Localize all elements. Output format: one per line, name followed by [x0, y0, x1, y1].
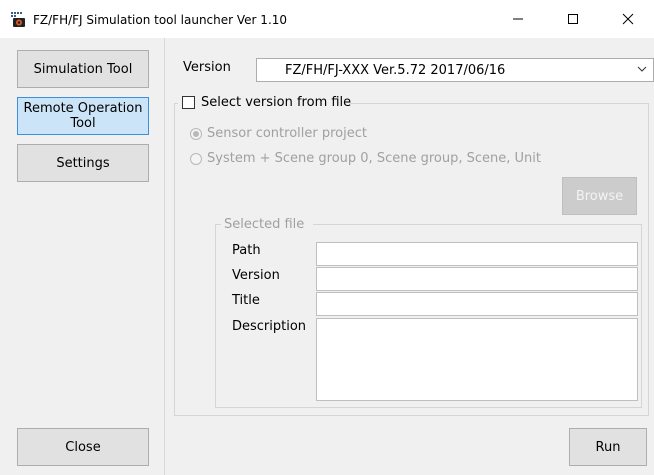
close-window-button[interactable]	[605, 6, 651, 32]
description-label: Description	[232, 319, 307, 334]
app-icon	[11, 12, 25, 27]
close-button[interactable]: Close	[17, 428, 149, 466]
sensor-controller-radio[interactable]	[190, 128, 202, 140]
sidebar-item-settings[interactable]: Settings	[17, 144, 149, 182]
window-title: FZ/FH/FJ Simulation tool launcher Ver 1.…	[33, 13, 288, 27]
sidebar-item-label: Settings	[56, 155, 110, 171]
system-scene-radio-label: System + Scene group 0, Scene group, Sce…	[207, 151, 541, 166]
version-select-value: FZ/FH/FJ-XXX Ver.5.72 2017/06/16	[285, 63, 506, 78]
title-field[interactable]	[316, 292, 638, 316]
select-from-file-checkbox[interactable]	[182, 96, 195, 109]
browse-button-label: Browse	[575, 188, 624, 204]
sidebar-item-label: Remote Operation Tool	[23, 101, 143, 131]
close-button-label: Close	[65, 439, 101, 455]
path-label: Path	[232, 243, 261, 258]
version-field[interactable]	[316, 267, 638, 291]
maximize-icon	[568, 13, 578, 24]
minimize-icon	[513, 18, 523, 19]
close-icon	[622, 13, 634, 24]
sensor-controller-radio-label: Sensor controller project	[207, 126, 367, 141]
title-bar: FZ/FH/FJ Simulation tool launcher Ver 1.…	[0, 0, 654, 38]
chevron-down-icon	[637, 66, 647, 72]
select-from-file-label[interactable]: Select version from file	[201, 95, 351, 110]
maximize-button[interactable]	[550, 6, 596, 32]
browse-button[interactable]: Browse	[562, 177, 637, 215]
sidebar-item-remote-operation-tool[interactable]: Remote Operation Tool	[17, 97, 149, 135]
system-scene-radio[interactable]	[190, 153, 202, 165]
selected-file-legend: Selected file	[224, 217, 305, 232]
title-label: Title	[232, 293, 260, 308]
description-field[interactable]	[316, 318, 638, 401]
path-field[interactable]	[316, 242, 638, 266]
version-label: Version	[183, 60, 231, 75]
sidebar-item-label: Simulation Tool	[33, 61, 133, 77]
run-button-label: Run	[595, 439, 621, 455]
version-field-label: Version	[232, 268, 280, 283]
version-select[interactable]: FZ/FH/FJ-XXX Ver.5.72 2017/06/16	[256, 58, 654, 82]
run-button[interactable]: Run	[569, 428, 647, 466]
minimize-button[interactable]	[495, 6, 541, 32]
sidebar-item-simulation-tool[interactable]: Simulation Tool	[17, 50, 149, 88]
